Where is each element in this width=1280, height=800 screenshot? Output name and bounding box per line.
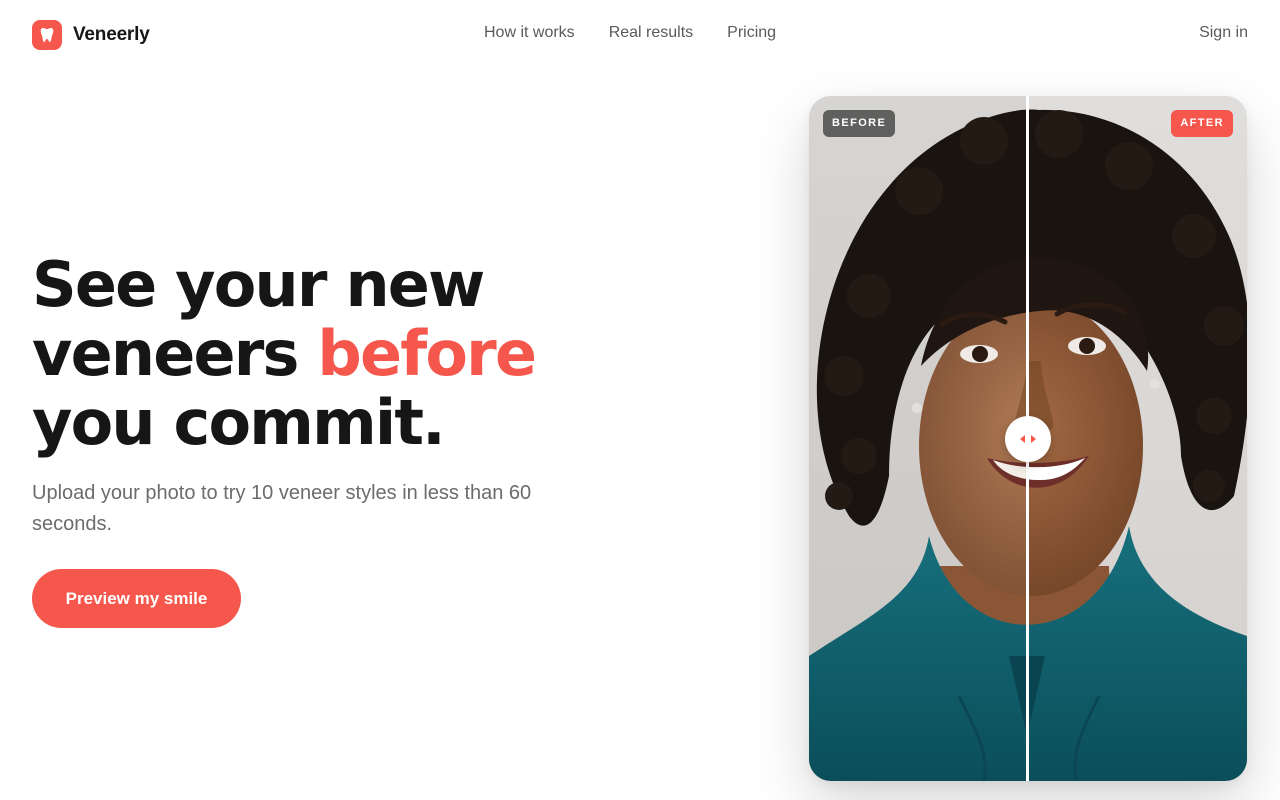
hero-title-line3: you commit. [32, 386, 446, 459]
logo[interactable]: Veneerly [32, 20, 150, 50]
hero-title-highlight: before [317, 317, 537, 390]
before-badge: BEFORE [823, 110, 896, 137]
top-nav: Veneerly How it works Real results Prici… [0, 0, 1280, 68]
sign-in-link[interactable]: Sign in [1199, 24, 1248, 42]
nav-link-how-it-works[interactable]: How it works [484, 24, 575, 42]
brand-name: Veneerly [73, 24, 150, 45]
preview-smile-button[interactable]: Preview my smile [32, 569, 241, 628]
slider-handle[interactable] [1005, 416, 1051, 462]
after-badge: AFTER [1171, 110, 1233, 137]
hero-title-line2: veneers [32, 317, 318, 390]
hero-title-line1: See your new [32, 248, 485, 321]
hero-title: See your new veneers before you commit. [32, 250, 592, 457]
nav-link-pricing[interactable]: Pricing [727, 24, 776, 42]
hero-subtitle: Upload your photo to try 10 veneer style… [32, 482, 532, 535]
nav-link-real-results[interactable]: Real results [609, 24, 693, 42]
before-after-slider[interactable]: BEFORE AFTER [809, 96, 1247, 781]
drag-arrows-icon [1020, 435, 1036, 443]
nav-links: How it works Real results Pricing [484, 24, 776, 42]
tooth-icon [32, 20, 62, 50]
